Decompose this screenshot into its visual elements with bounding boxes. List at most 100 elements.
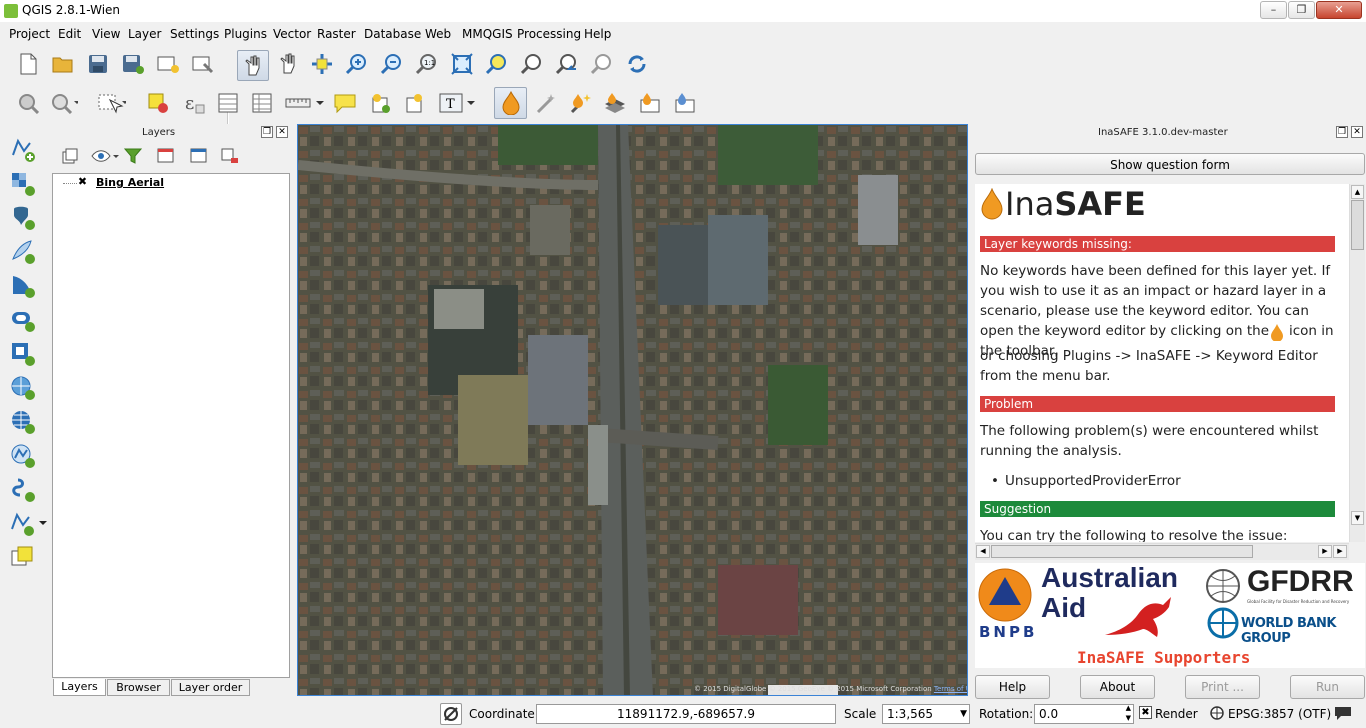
pan-to-selection-icon[interactable] <box>274 50 302 78</box>
messages-icon[interactable] <box>1334 705 1352 724</box>
menu-help[interactable]: Help <box>584 27 611 41</box>
add-raster-layer-icon[interactable] <box>9 170 37 198</box>
inasafe-vertical-scroll-thumb[interactable] <box>1351 200 1364 250</box>
zoom-full-icon[interactable] <box>448 50 476 78</box>
add-wfs-layer-icon[interactable] <box>9 442 37 470</box>
menu-project[interactable]: Project <box>9 27 50 41</box>
new-print-composer-icon[interactable] <box>154 50 182 78</box>
tab-layer-order[interactable]: Layer order <box>171 679 250 696</box>
inasafe-keywords-editor-icon[interactable] <box>494 87 527 119</box>
remove-layer-icon[interactable] <box>216 142 244 170</box>
inasafe-vertical-scrollbar[interactable]: ▲ ▼ <box>1349 184 1365 542</box>
inasafe-save-scenario-icon[interactable] <box>636 89 664 117</box>
zoom-in-icon[interactable] <box>343 50 371 78</box>
new-project-icon[interactable] <box>14 50 42 78</box>
layer-visibility-checkbox[interactable]: ✖ <box>77 176 88 188</box>
toggle-extents-icon[interactable] <box>440 703 462 725</box>
add-group-icon[interactable] <box>56 142 84 170</box>
feature-action-icon[interactable] <box>50 89 78 117</box>
crs-globe-icon[interactable] <box>1210 706 1224 723</box>
add-mssql-layer-icon[interactable] <box>9 272 37 300</box>
menu-edit[interactable]: Edit <box>58 27 81 41</box>
collapse-all-icon[interactable] <box>185 142 213 170</box>
add-vector-layer-icon[interactable] <box>9 136 37 164</box>
close-button[interactable]: ✕ <box>1316 1 1362 19</box>
add-wcs-layer-icon[interactable] <box>9 408 37 436</box>
layers-close-button[interactable]: ✕ <box>276 126 288 138</box>
about-button[interactable]: About <box>1080 675 1155 699</box>
render-checkbox[interactable]: ✖ <box>1139 706 1152 719</box>
expression-select-icon[interactable]: ε <box>180 89 208 117</box>
layer-item-bing-aerial[interactable]: Bing Aerial <box>96 176 164 189</box>
coordinate-field[interactable]: 11891172.9,-689657.9 <box>536 704 836 724</box>
svg-text:ε: ε <box>185 93 194 114</box>
inasafe-horizontal-scroll-thumb[interactable] <box>991 545 1253 558</box>
refresh-icon[interactable] <box>623 50 651 78</box>
zoom-to-layer-icon[interactable] <box>518 50 546 78</box>
add-virtual-layer-icon[interactable] <box>9 544 37 572</box>
deselect-features-icon[interactable] <box>144 89 172 117</box>
inasafe-float-button[interactable]: ❐ <box>1336 126 1348 138</box>
menu-database[interactable]: Database <box>364 27 421 41</box>
map-canvas[interactable]: © 2015 DigitalGlobe © 2015 GeoEye © 2015… <box>297 124 968 696</box>
menu-plugins[interactable]: Plugins <box>224 27 267 41</box>
manage-visibility-icon[interactable] <box>89 142 123 170</box>
filter-legend-icon[interactable] <box>119 142 147 170</box>
new-bookmark-icon[interactable] <box>366 89 394 117</box>
measure-line-icon[interactable] <box>284 89 326 117</box>
menu-view[interactable]: View <box>92 27 120 41</box>
minimize-button[interactable]: – <box>1260 1 1287 19</box>
show-bookmarks-icon[interactable] <box>401 89 429 117</box>
inasafe-close-button[interactable]: ✕ <box>1351 126 1363 138</box>
field-calculator-icon[interactable] <box>248 89 276 117</box>
zoom-last-icon[interactable] <box>553 50 581 78</box>
inasafe-wizard-icon[interactable] <box>532 89 560 117</box>
crs-status[interactable]: EPSG:3857 (OTF) <box>1228 707 1331 721</box>
open-project-icon[interactable] <box>49 50 77 78</box>
layers-float-button[interactable]: ❐ <box>261 126 273 138</box>
menu-processing[interactable]: Processing <box>517 27 581 41</box>
save-as-icon[interactable] <box>119 50 147 78</box>
run-button[interactable]: Run <box>1290 675 1365 699</box>
terms-of-use-link[interactable]: Terms of Use <box>934 685 967 693</box>
add-spatialite-layer-icon[interactable] <box>9 238 37 266</box>
rotation-spinbox[interactable]: 0.0 ▲ ▼ <box>1034 704 1134 724</box>
menu-layer[interactable]: Layer <box>128 27 161 41</box>
zoom-to-selection-icon[interactable] <box>483 50 511 78</box>
pan-map-icon[interactable] <box>237 50 269 81</box>
menu-web[interactable]: Web <box>425 27 451 41</box>
new-shapefile-layer-icon[interactable] <box>9 510 49 538</box>
zoom-next-icon[interactable] <box>588 50 616 78</box>
composer-manager-icon[interactable] <box>189 50 217 78</box>
save-project-icon[interactable] <box>84 50 112 78</box>
menu-vector[interactable]: Vector <box>273 27 311 41</box>
tab-layers[interactable]: Layers <box>53 679 106 696</box>
inasafe-batch-runner-icon[interactable] <box>601 89 629 117</box>
expand-all-icon[interactable] <box>152 142 180 170</box>
add-delimited-text-layer-icon[interactable] <box>9 476 37 504</box>
zoom-actual-size-icon[interactable]: 1:1 <box>413 50 441 78</box>
select-features-icon[interactable] <box>98 89 126 117</box>
identify-features-icon[interactable] <box>14 89 42 117</box>
add-wms-layer-icon[interactable] <box>9 374 37 402</box>
restore-button[interactable]: ❐ <box>1288 1 1315 19</box>
add-postgis-layer-icon[interactable] <box>9 204 37 232</box>
inasafe-horizontal-scrollbar[interactable]: ◀ ▶ ▶ <box>975 543 1349 560</box>
help-button[interactable]: Help <box>975 675 1050 699</box>
add-oracle-layer-icon[interactable] <box>9 306 37 334</box>
attribute-table-icon[interactable] <box>214 89 242 117</box>
scale-combobox[interactable]: 1:3,565 ▼ <box>882 704 970 724</box>
inasafe-impact-wizard-icon[interactable] <box>566 89 594 117</box>
zoom-out-icon[interactable] <box>378 50 406 78</box>
text-annotation-icon[interactable]: T <box>438 89 476 117</box>
tab-browser[interactable]: Browser <box>107 679 170 696</box>
print-button[interactable]: Print ... <box>1185 675 1260 699</box>
menu-mmqgis[interactable]: MMQGIS <box>462 27 513 41</box>
add-db2-layer-icon[interactable] <box>9 340 37 368</box>
map-tips-icon[interactable] <box>331 89 359 117</box>
pan-to-selected-icon[interactable] <box>308 50 336 78</box>
menu-settings[interactable]: Settings <box>170 27 219 41</box>
show-question-form-button[interactable]: Show question form <box>975 153 1365 175</box>
inasafe-minimum-needs-icon[interactable] <box>671 89 699 117</box>
menu-raster[interactable]: Raster <box>317 27 356 41</box>
